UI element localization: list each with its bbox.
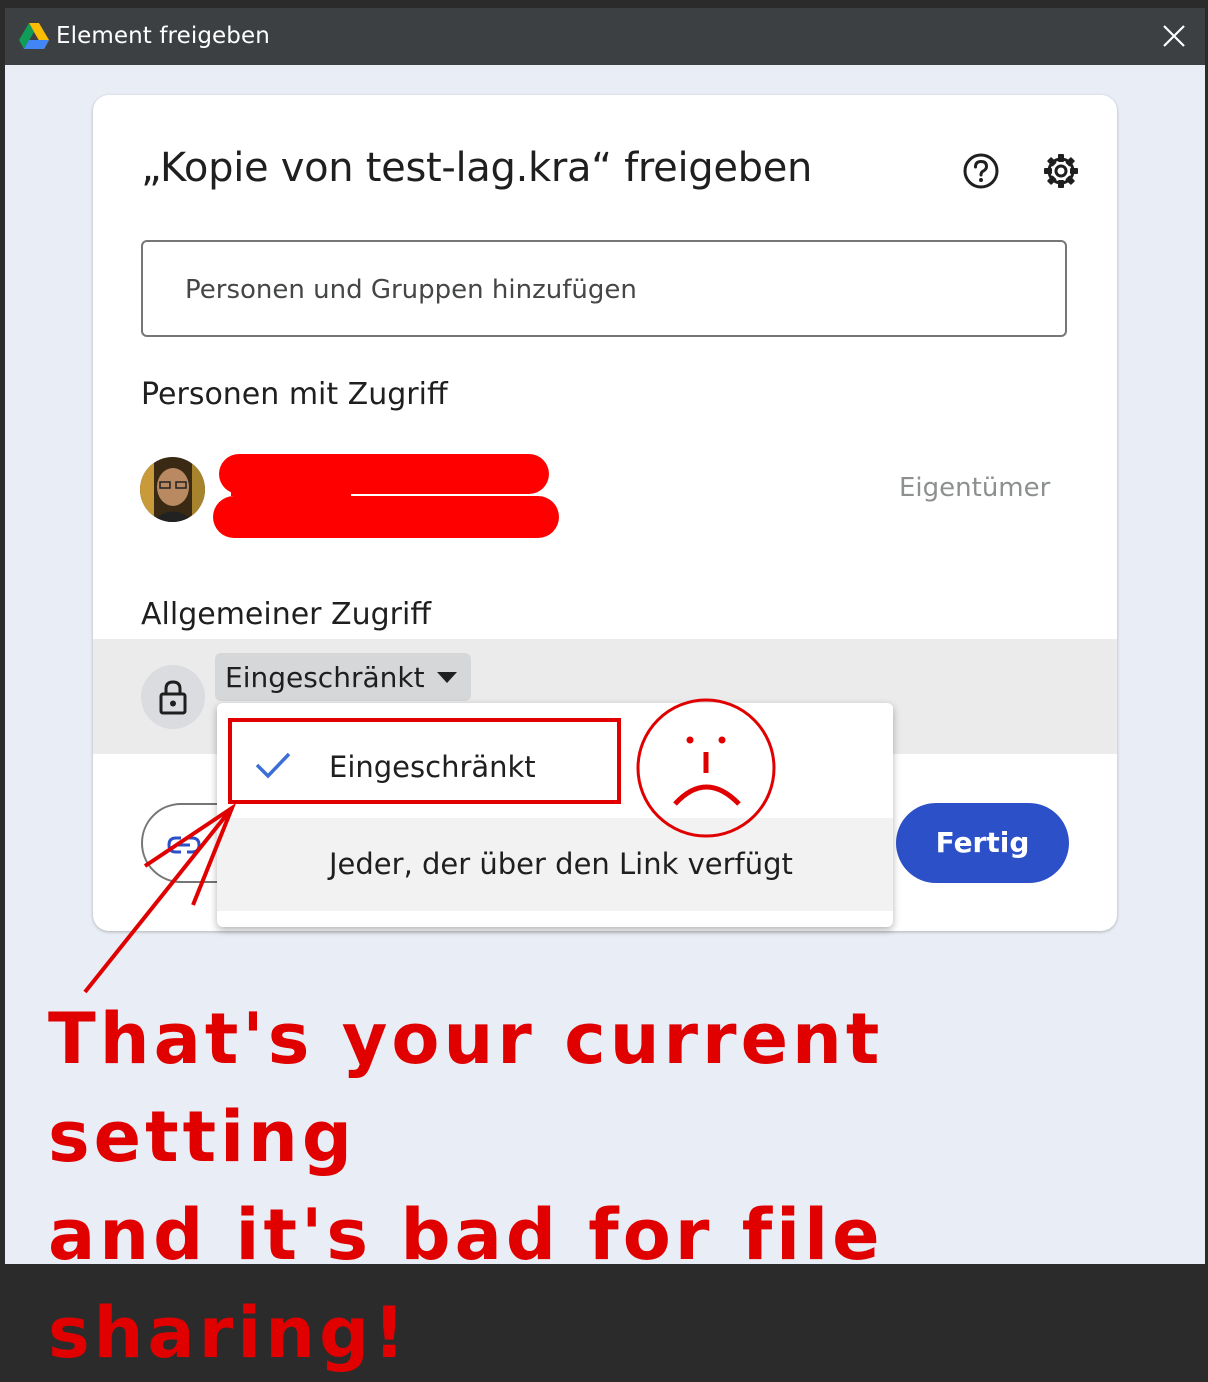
- general-access-dropdown[interactable]: Eingeschränkt: [215, 653, 471, 701]
- redacted-name-scribble: [213, 454, 559, 538]
- checkmark-icon: [255, 752, 291, 779]
- lock-icon: [159, 680, 187, 715]
- menu-item-label: Jeder, der über den Link verfügt: [329, 847, 793, 881]
- add-people-input[interactable]: [183, 242, 1047, 337]
- annotation-caption-line1: That's your current setting: [48, 998, 884, 1178]
- menu-item-anyone-with-link[interactable]: Jeder, der über den Link verfügt: [217, 818, 893, 911]
- chevron-down-icon: [437, 672, 457, 683]
- annotation-caption: That's your current setting and it's bad…: [48, 990, 1198, 1382]
- menu-item-label: Eingeschränkt: [329, 750, 536, 784]
- close-icon[interactable]: [1162, 24, 1186, 48]
- gear-icon[interactable]: [1041, 151, 1081, 191]
- dialog-heading: „Kopie von test-lag.kra“ freigeben: [141, 145, 813, 191]
- general-access-menu: Eingeschränkt Jeder, der über den Link v…: [217, 703, 893, 927]
- people-with-access-label: Personen mit Zugriff: [141, 377, 448, 412]
- help-circle-icon[interactable]: [961, 151, 1001, 191]
- owner-role-label: Eigentümer: [899, 473, 1051, 503]
- general-access-label: Allgemeiner Zugriff: [141, 597, 431, 632]
- done-button[interactable]: Fertig: [896, 803, 1069, 883]
- google-drive-logo: [19, 23, 49, 49]
- add-people-field[interactable]: [141, 240, 1067, 337]
- window-title: Element freigeben: [56, 23, 270, 49]
- avatar: [140, 457, 205, 522]
- general-access-selected-value: Eingeschränkt: [225, 661, 425, 694]
- menu-item-restricted[interactable]: Eingeschränkt: [217, 703, 893, 818]
- title-bar: Element freigeben: [5, 8, 1205, 65]
- lock-icon-circle: [141, 665, 205, 729]
- annotation-caption-line2: and it's bad for file sharing!: [48, 1194, 884, 1374]
- link-icon: [167, 836, 201, 854]
